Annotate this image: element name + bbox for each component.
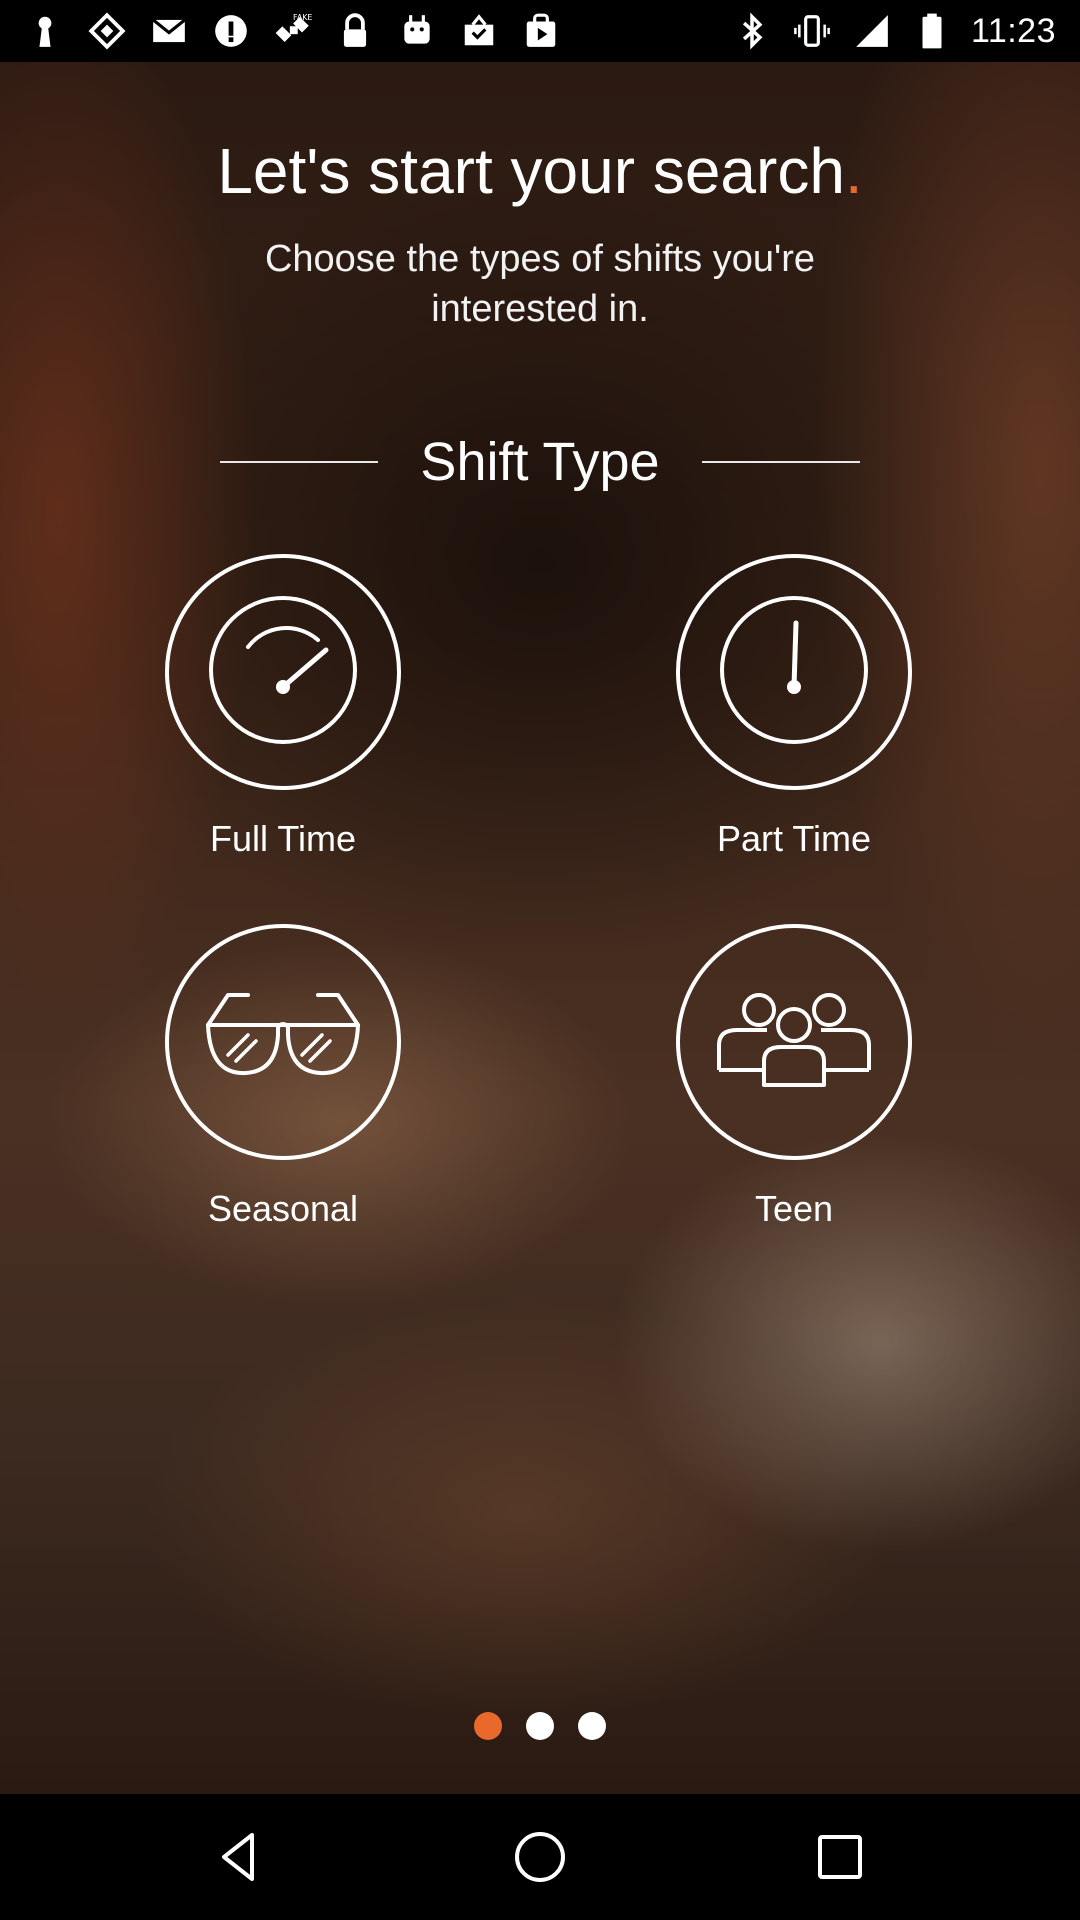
- lock-icon: [334, 10, 376, 52]
- heading-divider-left: [220, 461, 379, 463]
- signal-icon: [851, 10, 893, 52]
- vibrate-icon: [791, 10, 833, 52]
- info-icon: [210, 10, 252, 52]
- page-dot-3[interactable]: [578, 1712, 606, 1740]
- option-part-time-label: Part Time: [716, 818, 872, 859]
- system-icons: 11:23: [731, 10, 1056, 52]
- section-heading: Shift Type: [0, 427, 1080, 497]
- navigation-bar: [0, 1794, 1080, 1920]
- group-icon: [709, 955, 879, 1130]
- onboarding-screen: Let's start your search. Choose the type…: [0, 62, 1080, 1794]
- battery-icon: [911, 10, 953, 52]
- option-teen[interactable]: Teen: [634, 924, 954, 1230]
- satellite-fake-icon: FAKE: [272, 10, 314, 52]
- page-dot-1[interactable]: [474, 1712, 502, 1740]
- keyhole-icon: [24, 10, 66, 52]
- gauge-icon: [198, 585, 368, 760]
- page-dot-2[interactable]: [526, 1712, 554, 1740]
- status-bar: FAKE 11:23: [0, 0, 1080, 62]
- option-part-time[interactable]: Part Time: [634, 554, 954, 860]
- option-full-time-circle[interactable]: [165, 554, 401, 790]
- status-time: 11:23: [970, 11, 1056, 50]
- notification-icons: FAKE: [24, 10, 562, 52]
- sunglasses-icon: [198, 955, 368, 1130]
- bluetooth-icon: [731, 10, 773, 52]
- fake-text: FAKE: [293, 13, 312, 22]
- section-heading-label: Shift Type: [420, 432, 660, 492]
- gmail-icon: [148, 10, 190, 52]
- page-title: Let's start your search.: [0, 134, 1080, 208]
- option-full-time[interactable]: Full Time: [123, 554, 443, 860]
- home-icon[interactable]: [500, 1817, 580, 1897]
- option-seasonal[interactable]: Seasonal: [123, 924, 443, 1230]
- title-accent-dot: .: [844, 135, 863, 207]
- android-icon: [396, 10, 438, 52]
- option-part-time-circle[interactable]: [676, 554, 912, 790]
- clock-icon: [709, 585, 879, 760]
- heading-divider-right: [701, 461, 860, 463]
- page-subtitle: Choose the types of shifts you're intere…: [264, 238, 816, 330]
- option-seasonal-circle[interactable]: [165, 924, 401, 1160]
- diamond-icon: [86, 10, 128, 52]
- option-teen-circle[interactable]: [676, 924, 912, 1160]
- title-text: Let's start your search: [217, 135, 845, 207]
- back-icon[interactable]: [200, 1817, 280, 1897]
- page-indicator: [0, 1712, 1080, 1740]
- play-store-icon: [520, 10, 562, 52]
- option-teen-label: Teen: [754, 1188, 834, 1229]
- option-seasonal-label: Seasonal: [207, 1188, 359, 1229]
- option-full-time-label: Full Time: [209, 818, 357, 859]
- recents-icon[interactable]: [800, 1817, 880, 1897]
- inbox-icon: [458, 10, 500, 52]
